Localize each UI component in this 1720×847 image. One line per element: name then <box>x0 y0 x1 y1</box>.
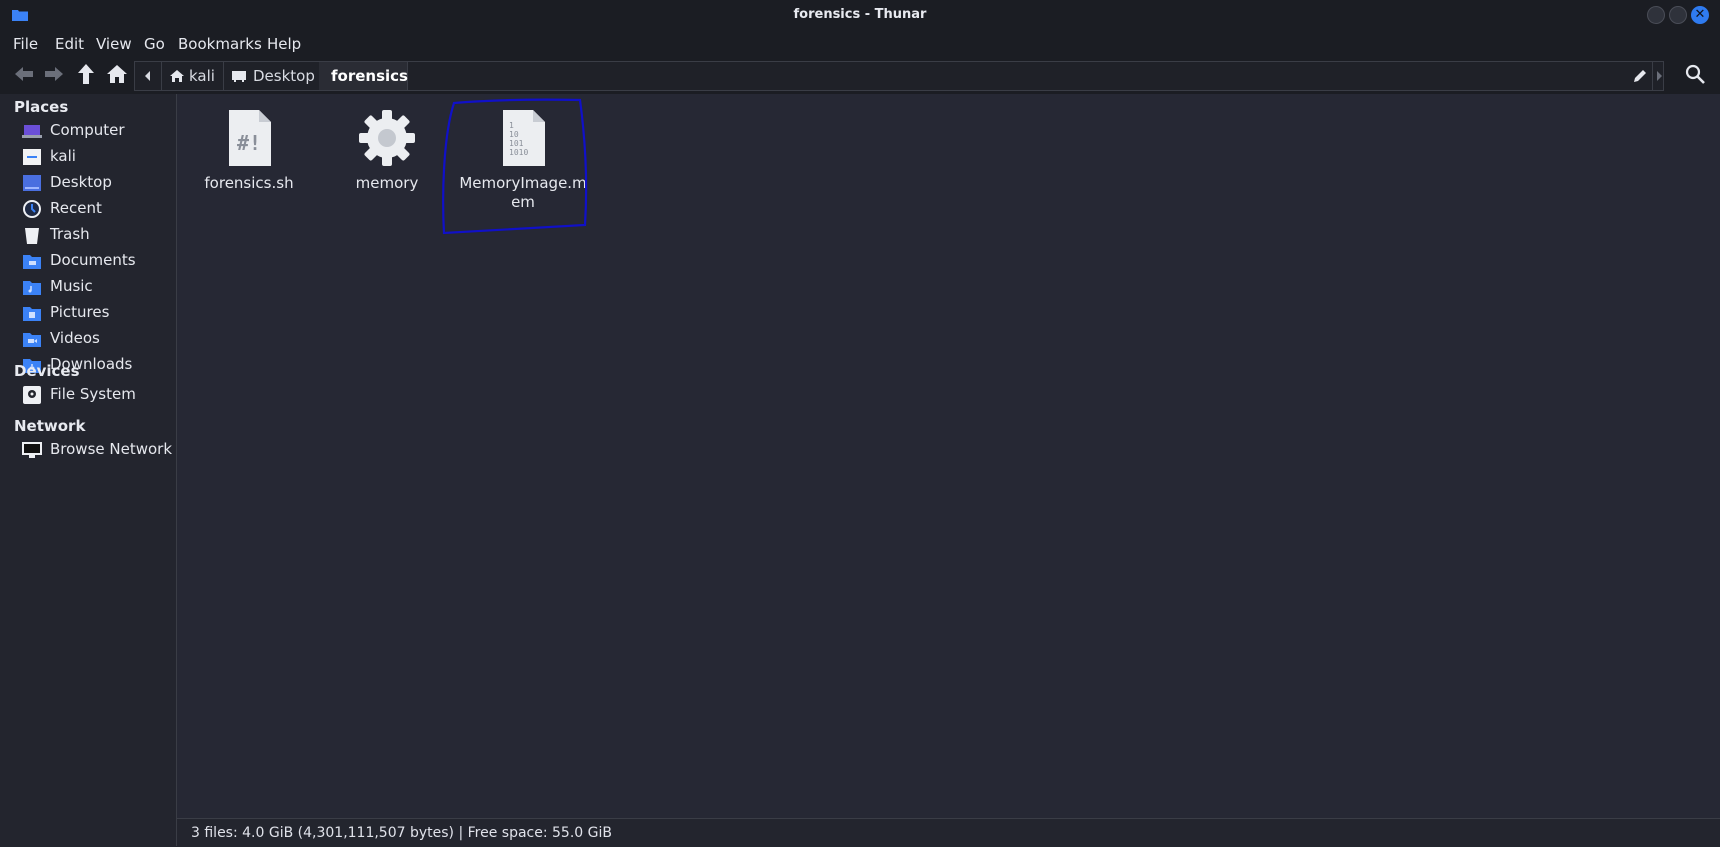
file-item[interactable]: #! forensics.sh <box>184 108 314 193</box>
computer-icon <box>22 125 42 138</box>
chevron-right-icon <box>1657 71 1662 81</box>
sidebar-item-computer[interactable]: Computer <box>20 119 170 143</box>
menu-bookmarks[interactable]: Bookmarks <box>178 35 262 53</box>
file-name: forensics.sh <box>204 174 294 192</box>
close-icon: ✕ <box>1694 7 1706 22</box>
menu-help[interactable]: Help <box>267 35 301 53</box>
file-view[interactable]: #! forensics.sh memory 1 10 101 1010 Mem… <box>177 94 1720 818</box>
minimize-button[interactable] <box>1647 6 1665 24</box>
path-bar: kali Desktop forensics <box>134 61 1664 91</box>
documents-folder-icon <box>23 255 41 269</box>
script-file-icon: #! <box>219 108 279 168</box>
toolbar: kali Desktop forensics <box>0 58 1720 94</box>
menu-bar: File Edit View Go Bookmarks Help <box>0 30 1720 58</box>
sidebar-item-videos[interactable]: Videos <box>20 327 170 351</box>
menu-edit[interactable]: Edit <box>55 35 84 53</box>
sidebar-item-recent[interactable]: Recent <box>20 197 170 221</box>
sidebar-item-pictures[interactable]: Pictures <box>20 301 170 325</box>
drive-icon <box>23 386 41 404</box>
arrow-right-icon <box>45 67 63 81</box>
edit-location-button[interactable] <box>1632 68 1648 88</box>
window-title: forensics - Thunar <box>793 7 927 22</box>
home-folder-icon <box>23 149 41 165</box>
trash-icon <box>25 228 39 244</box>
sidebar-item-browse-network[interactable]: Browse Network <box>20 438 172 462</box>
file-item[interactable]: memory <box>322 108 452 193</box>
back-button[interactable] <box>11 61 37 87</box>
status-text: 3 files: 4.0 GiB (4,301,111,507 bytes) |… <box>191 825 612 841</box>
sidebar-item-file-system[interactable]: File System <box>20 383 170 407</box>
sidebar-item-music[interactable]: Music <box>20 275 170 299</box>
path-segment-forensics[interactable]: forensics <box>319 62 408 90</box>
sidebar-item-documents[interactable]: Documents <box>20 249 170 273</box>
sidebar-item-trash[interactable]: Trash <box>20 223 170 247</box>
sidebar-item-desktop[interactable]: Desktop <box>20 171 170 195</box>
network-heading: Network <box>14 417 86 435</box>
desktop-icon <box>23 175 41 191</box>
home-button[interactable] <box>104 61 130 87</box>
arrow-left-icon <box>15 67 33 81</box>
pictures-folder-icon <box>23 307 41 321</box>
close-button[interactable]: ✕ <box>1691 6 1709 24</box>
home-icon <box>170 70 184 82</box>
music-folder-icon <box>23 281 41 295</box>
videos-folder-icon <box>23 333 41 347</box>
title-bar: forensics - Thunar ✕ <box>0 0 1720 30</box>
path-segment-kali[interactable]: kali <box>161 62 224 90</box>
places-heading: Places <box>14 98 69 116</box>
path-scroll-left[interactable] <box>135 62 162 90</box>
forward-button[interactable] <box>41 61 67 87</box>
up-button[interactable] <box>73 61 99 87</box>
path-scroll-right[interactable] <box>1652 62 1665 90</box>
sidebar-item-kali[interactable]: kali <box>20 145 170 169</box>
chevron-left-icon <box>145 71 150 81</box>
search-icon <box>1685 64 1705 84</box>
home-icon <box>107 65 127 83</box>
gear-icon <box>357 108 417 168</box>
menu-view[interactable]: View <box>96 35 132 53</box>
maximize-button[interactable] <box>1669 6 1687 24</box>
pencil-icon <box>1634 70 1646 82</box>
sidebar: Places Computer kali Desktop Recent Tras… <box>0 94 177 846</box>
path-segment-desktop[interactable]: Desktop <box>223 62 320 90</box>
network-icon <box>22 442 42 458</box>
menu-file[interactable]: File <box>13 35 38 53</box>
desktop-icon <box>232 71 246 82</box>
script-glyph: #! <box>237 131 261 155</box>
selection-highlight-stroke <box>442 98 588 235</box>
recent-icon <box>23 200 41 218</box>
menu-go[interactable]: Go <box>144 35 165 53</box>
search-button[interactable] <box>1682 61 1708 87</box>
arrow-up-icon <box>78 64 94 84</box>
file-name: memory <box>355 174 419 192</box>
devices-heading: Devices <box>14 362 80 380</box>
status-bar: 3 files: 4.0 GiB (4,301,111,507 bytes) |… <box>177 818 1720 847</box>
